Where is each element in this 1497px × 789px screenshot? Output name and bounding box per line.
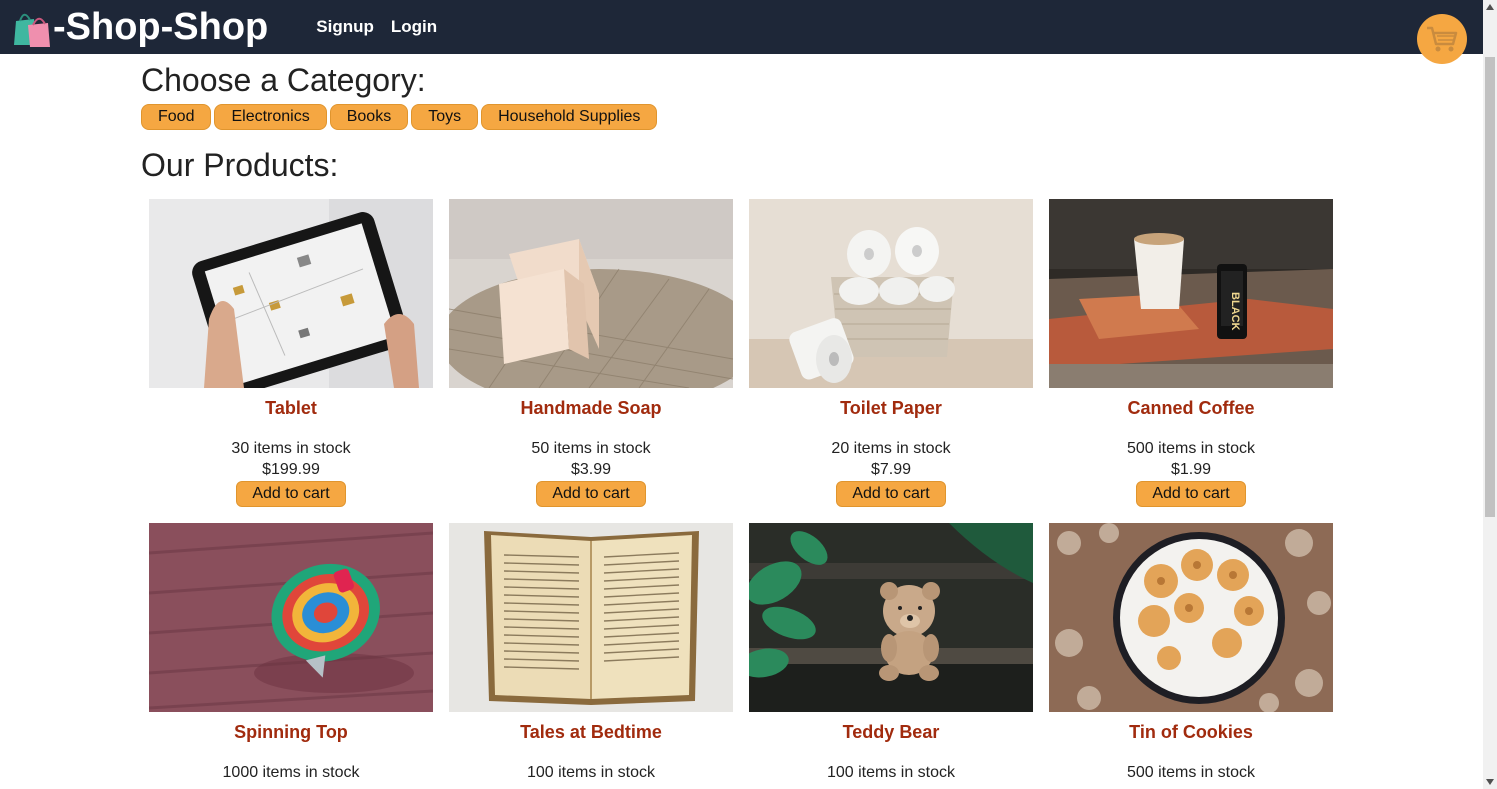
category-button-food[interactable]: Food xyxy=(141,104,212,130)
product-card: Teddy Bear 100 items in stock xyxy=(749,523,1033,782)
product-card: Tin of Cookies 500 items in stock xyxy=(1049,523,1333,782)
product-name-link[interactable]: Toilet Paper xyxy=(749,398,1033,419)
product-stock: 100 items in stock xyxy=(526,764,656,781)
svg-text:BLACK: BLACK xyxy=(1229,292,1241,331)
products-heading: Our Products: xyxy=(141,147,339,183)
tablet-image[interactable] xyxy=(149,199,433,388)
navbar: -Shop-Shop Signup Login xyxy=(0,0,1483,54)
product-name-link[interactable]: Tin of Cookies xyxy=(1049,722,1333,743)
brand-name: -Shop-Shop xyxy=(53,5,269,48)
tales-at-bedtime-image[interactable] xyxy=(449,523,733,712)
product-stock: 1000 items in stock xyxy=(222,764,360,781)
add-to-cart-button[interactable]: Add to cart xyxy=(236,481,346,507)
add-to-cart-button[interactable]: Add to cart xyxy=(1136,481,1246,507)
product-price: $199.99 xyxy=(262,461,320,478)
product-stock: 500 items in stock xyxy=(1126,440,1256,457)
tin-of-cookies-image[interactable] xyxy=(1049,523,1333,712)
product-name-link[interactable]: Spinning Top xyxy=(149,722,433,743)
scroll-down-icon[interactable] xyxy=(1483,775,1497,789)
product-name-link[interactable]: Canned Coffee xyxy=(1049,398,1333,419)
product-name-link[interactable]: Tablet xyxy=(149,398,433,419)
category-heading: Choose a Category: xyxy=(141,62,426,98)
spinning-top-image[interactable] xyxy=(149,523,433,712)
product-stock: 20 items in stock xyxy=(831,440,951,457)
product-card: Tablet 30 items in stock $199.99 Add to … xyxy=(149,199,433,507)
toilet-paper-image[interactable] xyxy=(749,199,1033,388)
scroll-up-icon[interactable] xyxy=(1483,0,1497,14)
product-card: Tales at Bedtime 100 items in stock xyxy=(449,523,733,782)
scrollbar-thumb[interactable] xyxy=(1485,57,1495,517)
cart-button[interactable] xyxy=(1417,14,1467,64)
product-name-link[interactable]: Handmade Soap xyxy=(449,398,733,419)
product-card: Toilet Paper 20 items in stock $7.99 Add… xyxy=(749,199,1033,507)
vertical-scrollbar[interactable] xyxy=(1483,0,1497,789)
category-list: Food Electronics Books Toys Household Su… xyxy=(141,104,1341,130)
canned-coffee-image[interactable]: BLACK xyxy=(1049,199,1333,388)
teddy-bear-image[interactable] xyxy=(749,523,1033,712)
product-price: $7.99 xyxy=(870,461,912,478)
product-price: $3.99 xyxy=(570,461,612,478)
category-button-household-supplies[interactable]: Household Supplies xyxy=(481,104,658,130)
product-price: $1.99 xyxy=(1170,461,1212,478)
handmade-soap-image[interactable] xyxy=(449,199,733,388)
signup-link[interactable]: Signup xyxy=(316,17,374,37)
add-to-cart-button[interactable]: Add to cart xyxy=(836,481,946,507)
add-to-cart-button[interactable]: Add to cart xyxy=(536,481,646,507)
product-stock: 30 items in stock xyxy=(231,440,351,457)
product-card: Spinning Top 1000 items in stock xyxy=(149,523,433,782)
login-link[interactable]: Login xyxy=(391,17,437,37)
product-stock: 50 items in stock xyxy=(531,440,651,457)
category-button-toys[interactable]: Toys xyxy=(411,104,479,130)
product-card: Handmade Soap 50 items in stock $3.99 Ad… xyxy=(449,199,733,507)
category-button-books[interactable]: Books xyxy=(329,104,409,130)
product-card: BLACK Canned Coffee 500 items in stock $… xyxy=(1049,199,1333,507)
product-stock: 500 items in stock xyxy=(1126,764,1256,781)
product-name-link[interactable]: Tales at Bedtime xyxy=(449,722,733,743)
product-grid: Tablet 30 items in stock $199.99 Add to … xyxy=(149,199,1333,782)
shopping-cart-icon xyxy=(1427,26,1458,52)
shopping-bags-icon xyxy=(14,13,50,47)
brand-link[interactable]: -Shop-Shop xyxy=(12,6,268,49)
category-button-electronics[interactable]: Electronics xyxy=(214,104,327,130)
product-stock: 100 items in stock xyxy=(826,764,956,781)
product-name-link[interactable]: Teddy Bear xyxy=(749,722,1033,743)
main-content: Choose a Category: Food Electronics Book… xyxy=(141,54,1341,184)
